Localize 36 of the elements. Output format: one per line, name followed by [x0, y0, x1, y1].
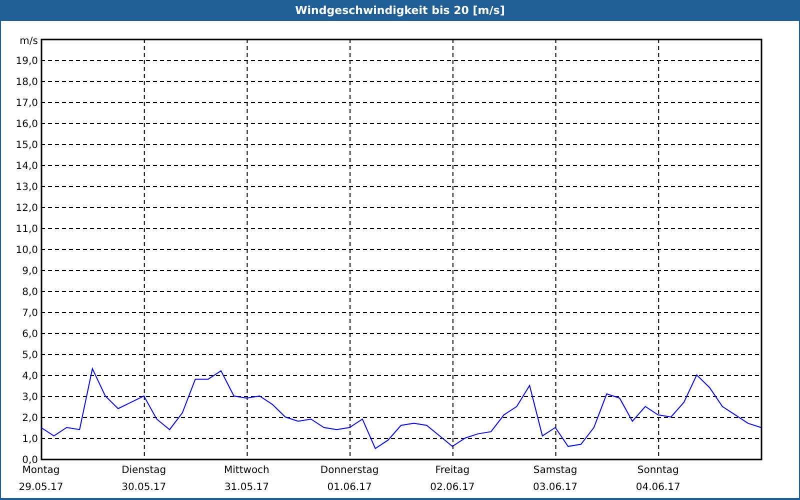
- y-axis-label: 8,0: [22, 287, 38, 298]
- y-axis-label: 4,0: [22, 371, 38, 382]
- y-axis-label: 7,0: [22, 308, 38, 319]
- y-axis-label: 3,0: [22, 392, 38, 403]
- y-axis-label: 16,0: [16, 119, 38, 130]
- y-axis-unit: m/s: [20, 36, 38, 47]
- y-axis-label: 18,0: [16, 77, 38, 88]
- weekday-label: Mittwoch: [224, 465, 270, 476]
- date-label: 02.06.17: [430, 482, 475, 493]
- y-axis-label: 6,0: [22, 329, 38, 340]
- weekday-label: Samstag: [533, 465, 578, 476]
- date-label: 01.06.17: [327, 482, 372, 493]
- date-label: 03.06.17: [533, 482, 578, 493]
- weekday-label: Sonntag: [637, 465, 679, 476]
- y-axis-label: 13,0: [16, 182, 38, 193]
- y-axis-label: 14,0: [16, 161, 38, 172]
- y-axis-label: 15,0: [16, 140, 38, 151]
- date-label: 29.05.17: [18, 482, 64, 493]
- y-axis-label: 12,0: [16, 203, 38, 214]
- date-label: 31.05.17: [224, 482, 269, 493]
- weekday-label: Dienstag: [122, 465, 166, 476]
- weekday-label: Montag: [22, 465, 60, 476]
- y-axis-label: 11,0: [16, 224, 38, 235]
- window-title: Windgeschwindigkeit bis 20 [m/s]: [1, 0, 799, 21]
- date-label: 04.06.17: [636, 482, 680, 493]
- y-axis-label: 19,0: [16, 56, 38, 67]
- y-axis-label: 0,0: [22, 455, 38, 466]
- y-axis-label: 2,0: [22, 413, 38, 424]
- y-axis-label: 1,0: [22, 434, 38, 445]
- y-axis-label: 17,0: [16, 98, 38, 109]
- weekday-label: Freitag: [435, 465, 470, 476]
- y-axis-label: 9,0: [22, 266, 38, 277]
- y-axis-label: 10,0: [16, 245, 38, 256]
- weekday-label: Donnerstag: [320, 465, 379, 476]
- date-label: 30.05.17: [122, 482, 166, 493]
- y-axis-label: 5,0: [22, 350, 38, 361]
